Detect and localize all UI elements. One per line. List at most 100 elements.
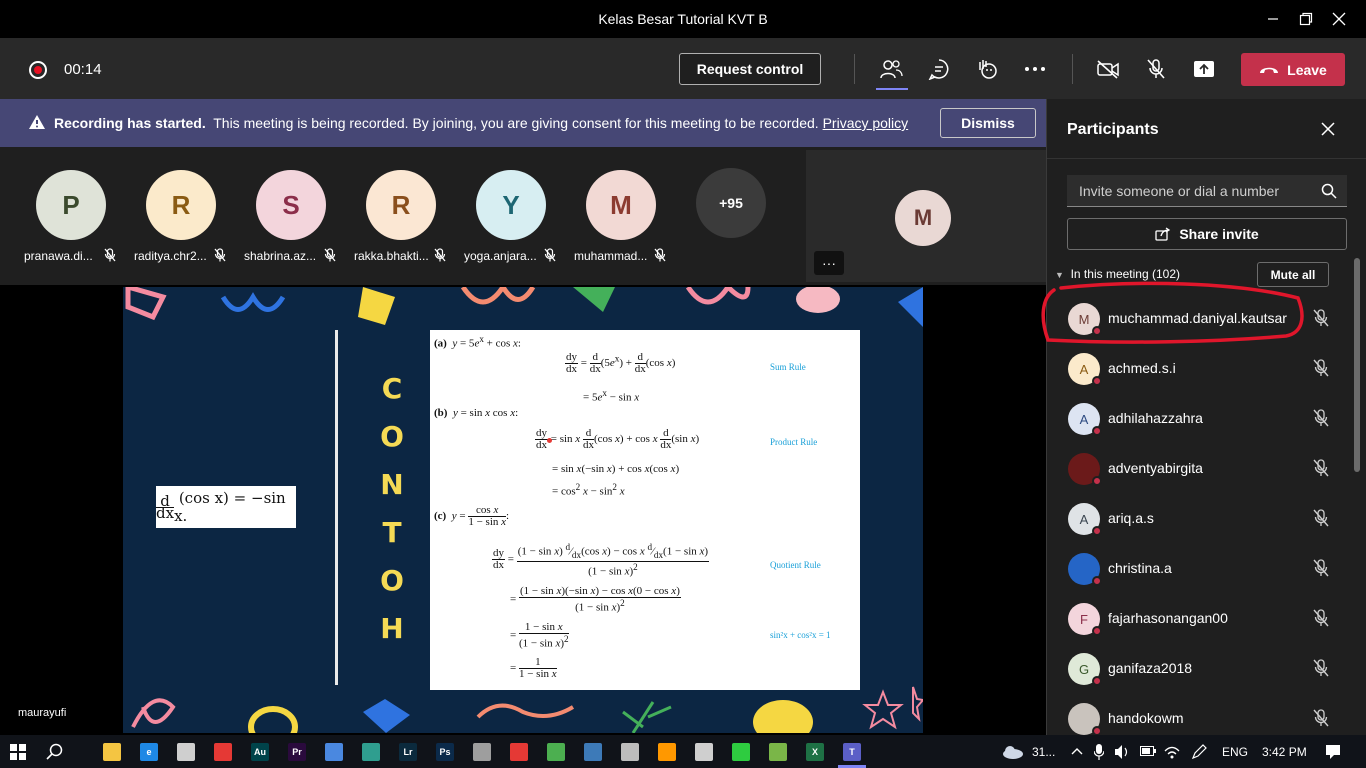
microphone-button[interactable] bbox=[1141, 54, 1171, 84]
pen-icon[interactable] bbox=[1191, 744, 1207, 760]
participant-name: pranawa.di... bbox=[24, 249, 93, 263]
taskbar-app-icon[interactable] bbox=[621, 743, 639, 761]
notifications-icon[interactable] bbox=[1325, 744, 1341, 760]
avatar bbox=[1068, 553, 1102, 586]
taskbar-app-icon[interactable] bbox=[547, 743, 565, 761]
taskbar-app-icon[interactable] bbox=[325, 743, 343, 761]
participant-avatar[interactable]: P bbox=[36, 170, 106, 240]
taskbar-app-icon[interactable] bbox=[769, 743, 787, 761]
taskbar-app-icon[interactable] bbox=[214, 743, 232, 761]
muted-mic-icon[interactable] bbox=[1313, 709, 1329, 727]
share-tray-icon bbox=[1194, 61, 1214, 77]
taskbar-app-icon[interactable] bbox=[584, 743, 602, 761]
close-window-button[interactable] bbox=[1316, 0, 1362, 38]
participant-list-item[interactable]: Aachmed.s.i bbox=[1047, 343, 1347, 393]
search-icon[interactable] bbox=[46, 743, 64, 761]
taskbar-app-icon[interactable] bbox=[103, 743, 121, 761]
invite-input[interactable]: Invite someone or dial a number bbox=[1067, 175, 1347, 207]
status-dot bbox=[1092, 476, 1102, 486]
panel-scrollbar[interactable] bbox=[1354, 258, 1360, 472]
muted-mic-icon[interactable] bbox=[1313, 609, 1329, 627]
status-dot bbox=[1092, 376, 1102, 386]
chat-button[interactable] bbox=[924, 54, 954, 84]
participant-list-item[interactable]: adventyabirgita bbox=[1047, 443, 1347, 493]
taskbar-app-icon[interactable] bbox=[732, 743, 750, 761]
taskbar-app-icon[interactable]: e bbox=[140, 743, 158, 761]
self-tile-more-button[interactable]: ··· bbox=[814, 251, 844, 275]
muted-mic-icon[interactable] bbox=[1313, 309, 1329, 327]
participant-name: muhammad... bbox=[574, 249, 648, 263]
participant-list-item[interactable]: Ffajarhasonangan00 bbox=[1047, 593, 1347, 643]
participant-list-name: ariq.a.s bbox=[1108, 510, 1154, 526]
contoh-letter: O bbox=[380, 564, 404, 597]
taskbar-app-icon[interactable] bbox=[177, 743, 195, 761]
weather-icon[interactable] bbox=[1002, 745, 1024, 759]
contoh-letter: T bbox=[382, 516, 402, 549]
muted-mic-icon[interactable] bbox=[1313, 359, 1329, 377]
taskbar-app-icon[interactable] bbox=[510, 743, 528, 761]
taskbar-app-icon[interactable]: Lr bbox=[399, 743, 417, 761]
participant-list-name: adventyabirgita bbox=[1108, 460, 1203, 476]
participants-button[interactable] bbox=[876, 54, 908, 90]
participant-list-item[interactable]: christina.a bbox=[1047, 543, 1347, 593]
muted-mic-icon[interactable] bbox=[1313, 509, 1329, 527]
more-participants-badge[interactable]: +95 bbox=[696, 168, 766, 238]
share-icon bbox=[1155, 227, 1171, 241]
windows-start-icon[interactable] bbox=[10, 744, 26, 760]
muted-mic-icon[interactable] bbox=[1313, 559, 1329, 577]
dismiss-button[interactable]: Dismiss bbox=[940, 108, 1036, 138]
participant-name: rakka.bhakti... bbox=[354, 249, 429, 263]
status-dot bbox=[1092, 626, 1102, 636]
muted-mic-icon[interactable] bbox=[1313, 459, 1329, 477]
taskbar-app-icon[interactable]: Ps bbox=[436, 743, 454, 761]
participant-avatar[interactable]: R bbox=[366, 170, 436, 240]
request-control-button[interactable]: Request control bbox=[679, 53, 821, 85]
weather-temp[interactable]: 31... bbox=[1032, 745, 1055, 759]
taskbar-app-icon[interactable]: Pr bbox=[288, 743, 306, 761]
taskbar-app-icon[interactable] bbox=[695, 743, 713, 761]
privacy-policy-link[interactable]: Privacy policy bbox=[823, 115, 909, 131]
contoh-letter: H bbox=[380, 612, 404, 645]
chevron-up-icon[interactable] bbox=[1071, 747, 1083, 755]
battery-icon[interactable] bbox=[1140, 746, 1156, 756]
taskbar-app-icon[interactable]: Au bbox=[251, 743, 269, 761]
people-icon bbox=[880, 60, 903, 79]
panel-divider bbox=[1047, 158, 1366, 159]
taskbar-app-icon[interactable]: T bbox=[843, 743, 861, 761]
leave-button[interactable]: Leave bbox=[1241, 53, 1345, 86]
muted-mic-icon bbox=[104, 248, 116, 262]
microphone-icon[interactable] bbox=[1094, 744, 1104, 760]
status-dot bbox=[1092, 576, 1102, 586]
more-actions-button[interactable] bbox=[1020, 54, 1050, 84]
clock[interactable]: 3:42 PM bbox=[1262, 745, 1307, 759]
status-dot bbox=[1092, 526, 1102, 536]
participant-avatar[interactable]: R bbox=[146, 170, 216, 240]
wifi-icon[interactable] bbox=[1164, 744, 1180, 760]
share-screen-button[interactable] bbox=[1189, 54, 1219, 84]
participant-avatar[interactable]: Y bbox=[476, 170, 546, 240]
participant-list-name: achmed.s.i bbox=[1108, 360, 1176, 376]
avatar-initial: F bbox=[1080, 611, 1088, 627]
taskbar-app-icon[interactable]: X bbox=[806, 743, 824, 761]
participant-avatar[interactable]: M bbox=[586, 170, 656, 240]
participant-name: raditya.chr2... bbox=[134, 249, 207, 263]
taskbar-app-icon[interactable] bbox=[473, 743, 491, 761]
camera-button[interactable] bbox=[1093, 54, 1123, 84]
participant-avatar[interactable]: S bbox=[256, 170, 326, 240]
more-icon bbox=[1025, 67, 1045, 71]
muted-mic-icon[interactable] bbox=[1313, 409, 1329, 427]
input-language[interactable]: ENG bbox=[1222, 745, 1248, 759]
volume-icon[interactable] bbox=[1114, 744, 1130, 760]
muted-mic-icon[interactable] bbox=[1313, 659, 1329, 677]
muted-mic-icon bbox=[324, 248, 336, 262]
close-panel-icon[interactable] bbox=[1320, 121, 1336, 137]
participant-list-item[interactable]: Aariq.a.s bbox=[1047, 493, 1347, 543]
participant-list-item[interactable]: Aadhilahazzahra bbox=[1047, 393, 1347, 443]
taskbar-app-icon[interactable] bbox=[658, 743, 676, 761]
reactions-button[interactable] bbox=[972, 54, 1002, 84]
taskbar-app-icon[interactable] bbox=[362, 743, 380, 761]
participant-list-item[interactable]: Gganifaza2018 bbox=[1047, 643, 1347, 693]
muted-mic-icon bbox=[434, 248, 446, 262]
share-invite-button[interactable]: Share invite bbox=[1067, 218, 1347, 250]
search-icon[interactable] bbox=[1321, 183, 1337, 199]
